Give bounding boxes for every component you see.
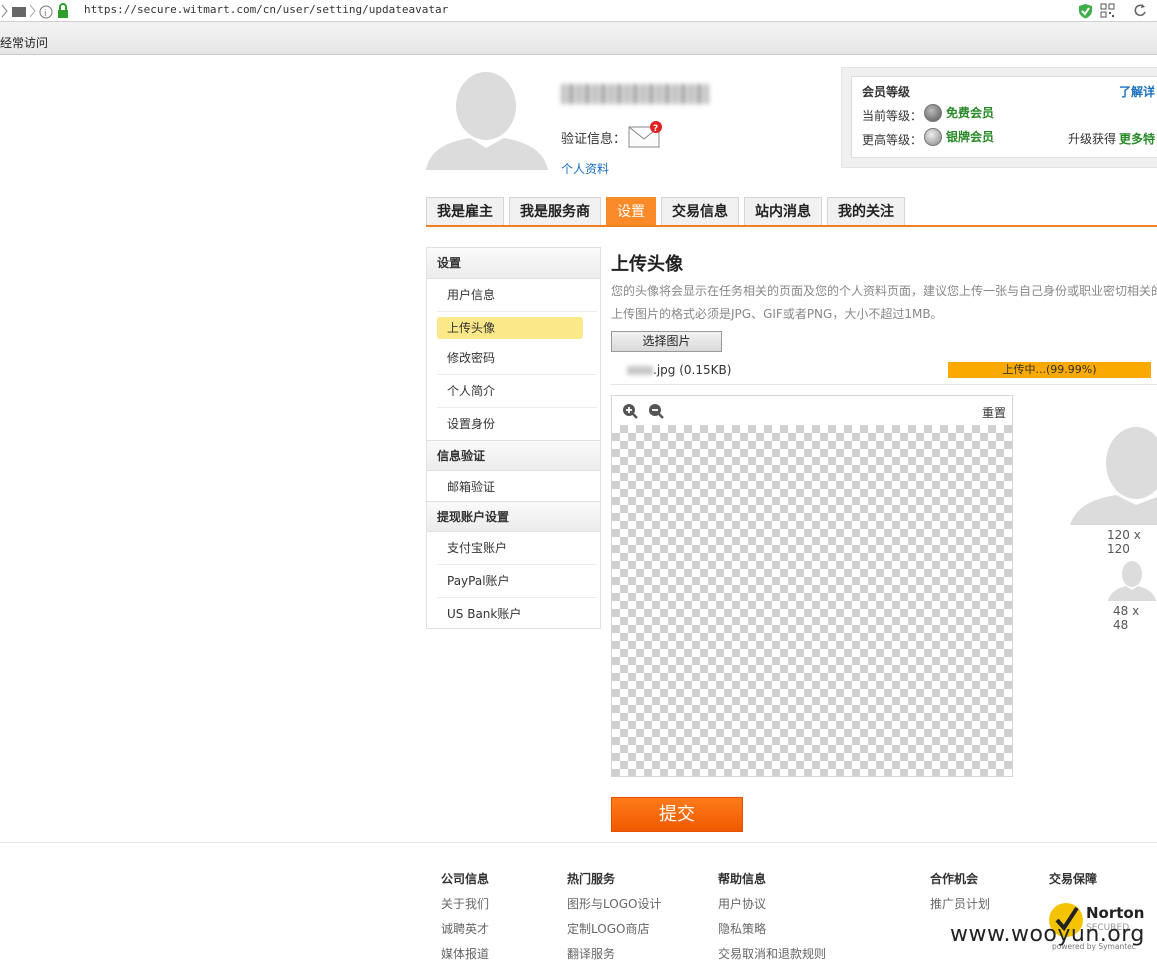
membership-box: 会员等级 了解详 当前等级： 免费会员 更高等级： 银牌会员 升级获得 更多特: [851, 76, 1157, 158]
format-description: 上传图片的格式必须是JPG、GIF或者PNG，大小不超过1MB。: [611, 307, 943, 321]
zoom-in-icon[interactable]: [622, 403, 638, 419]
higher-level-value[interactable]: 银牌会员: [946, 128, 994, 145]
preview-large-avatar: [1070, 427, 1157, 525]
settings-sidebar: 设置 用户信息 上传头像 修改密码 个人简介 设置身份 信息验证 邮箱验证 提现…: [426, 247, 601, 629]
upgrade-text: 升级获得: [1068, 132, 1117, 146]
footer-heading-guarantee: 交易保障: [1049, 872, 1098, 886]
sidebar-item-user-info[interactable]: 用户信息: [437, 279, 597, 312]
footer-heading-company: 公司信息: [441, 872, 490, 886]
footer-link-about[interactable]: 关于我们: [441, 895, 489, 912]
upload-progress-bar: 上传中...(99.99%): [948, 362, 1151, 378]
free-member-medal-icon: [924, 104, 942, 122]
learn-more-link[interactable]: 了解详: [1119, 83, 1155, 100]
profile-link[interactable]: 个人资料: [561, 160, 609, 177]
upload-file-row: .jpg (0.15KB) 上传中...(99.99%): [611, 358, 1157, 385]
sidebar-item-usbank[interactable]: US Bank账户: [437, 598, 597, 631]
browser-nav-icons: i: [1, 3, 68, 19]
reset-button[interactable]: 重置: [982, 404, 1006, 421]
username-blurred: [561, 84, 709, 104]
watermark: www.wooyun.org: [950, 922, 1145, 947]
tab-messages[interactable]: 站内消息: [744, 197, 822, 226]
higher-level-label: 更高等级：: [862, 133, 923, 147]
submit-button[interactable]: 提交: [611, 797, 743, 832]
footer-link-user-agreement[interactable]: 用户协议: [718, 895, 766, 912]
tab-provider[interactable]: 我是服务商: [509, 197, 601, 226]
page-title: 上传头像: [611, 254, 683, 275]
tab-transactions[interactable]: 交易信息: [661, 197, 739, 226]
avatar-editor: 重置: [611, 395, 1013, 777]
browser-url-bar: i https://secure.witmart.com/cn/user/set…: [0, 0, 1157, 22]
footer-divider: [0, 842, 1157, 843]
footer-link-logo-design[interactable]: 图形与LOGO设计: [567, 895, 661, 912]
norton-text: Norton: [1086, 904, 1144, 922]
choose-image-button[interactable]: 选择图片: [611, 331, 722, 352]
footer-heading-help: 帮助信息: [718, 872, 767, 886]
file-name-blurred: [627, 366, 653, 375]
sidebar-section-verify: 信息验证: [427, 440, 600, 471]
sidebar-item-upload-avatar[interactable]: 上传头像: [437, 312, 597, 345]
tab-follows[interactable]: 我的关注: [827, 197, 905, 226]
preview-small-label: 48 x 48: [1113, 604, 1140, 632]
qr-code-icon[interactable]: [1100, 3, 1115, 18]
footer-link-affiliate[interactable]: 推广员计划: [930, 895, 990, 912]
tab-underline: [426, 225, 1157, 227]
file-name: .jpg (0.15KB): [627, 363, 731, 377]
footer-link-translation[interactable]: 翻译服务: [567, 945, 615, 962]
svg-text:i: i: [44, 9, 47, 19]
sidebar-item-alipay[interactable]: 支付宝账户: [437, 532, 597, 565]
shield-icon[interactable]: [1078, 3, 1093, 19]
sidebar-item-bio[interactable]: 个人简介: [437, 375, 597, 408]
crop-canvas[interactable]: [612, 425, 1012, 776]
preview-small-avatar: [1108, 561, 1156, 601]
bookmark-frequent[interactable]: 经常访问: [0, 34, 48, 51]
silver-member-medal-icon: [924, 128, 942, 146]
verify-label: 验证信息：: [561, 132, 627, 147]
footer-link-privacy[interactable]: 隐私策略: [718, 920, 766, 937]
mail-icon[interactable]: ?: [628, 120, 662, 148]
upgrade-more-link[interactable]: 更多特: [1119, 130, 1155, 147]
sidebar-item-paypal[interactable]: PayPal账户: [437, 565, 597, 598]
url-text[interactable]: https://secure.witmart.com/cn/user/setti…: [84, 3, 448, 16]
sidebar-item-identity[interactable]: 设置身份: [437, 408, 597, 441]
footer-heading-cooperation: 合作机会: [930, 872, 979, 886]
footer-link-refund[interactable]: 交易取消和退款规则: [718, 945, 826, 962]
refresh-icon[interactable]: [1133, 3, 1147, 18]
sidebar-section-settings: 设置: [427, 248, 600, 279]
current-level-label: 当前等级：: [862, 109, 923, 123]
bookmarks-bar: 经常访问: [0, 22, 1157, 55]
sidebar-section-withdraw: 提现账户设置: [427, 501, 600, 532]
sidebar-item-change-password[interactable]: 修改密码: [437, 342, 597, 375]
upload-progress-text: 上传中...(99.99%): [1002, 363, 1097, 376]
footer-link-logo-store[interactable]: 定制LOGO商店: [567, 920, 649, 937]
user-avatar: [426, 68, 548, 170]
footer-heading-services: 热门服务: [567, 872, 616, 886]
avatar-description: 您的头像将会显示在任务相关的页面及您的个人资料页面，建议您上传一张与自己身份或职…: [611, 284, 1157, 298]
tab-employer[interactable]: 我是雇主: [426, 197, 504, 226]
tab-settings[interactable]: 设置: [606, 197, 656, 226]
footer-link-careers[interactable]: 诚聘英才: [441, 920, 489, 937]
current-level-value: 免费会员: [946, 106, 995, 120]
sidebar-item-email-verify[interactable]: 邮箱验证: [437, 471, 597, 504]
membership-title: 会员等级: [862, 85, 911, 99]
footer-link-press[interactable]: 媒体报道: [441, 945, 489, 962]
svg-text:?: ?: [653, 124, 658, 134]
preview-large-label: 120 x 120: [1107, 528, 1141, 556]
zoom-out-icon[interactable]: [648, 403, 664, 419]
